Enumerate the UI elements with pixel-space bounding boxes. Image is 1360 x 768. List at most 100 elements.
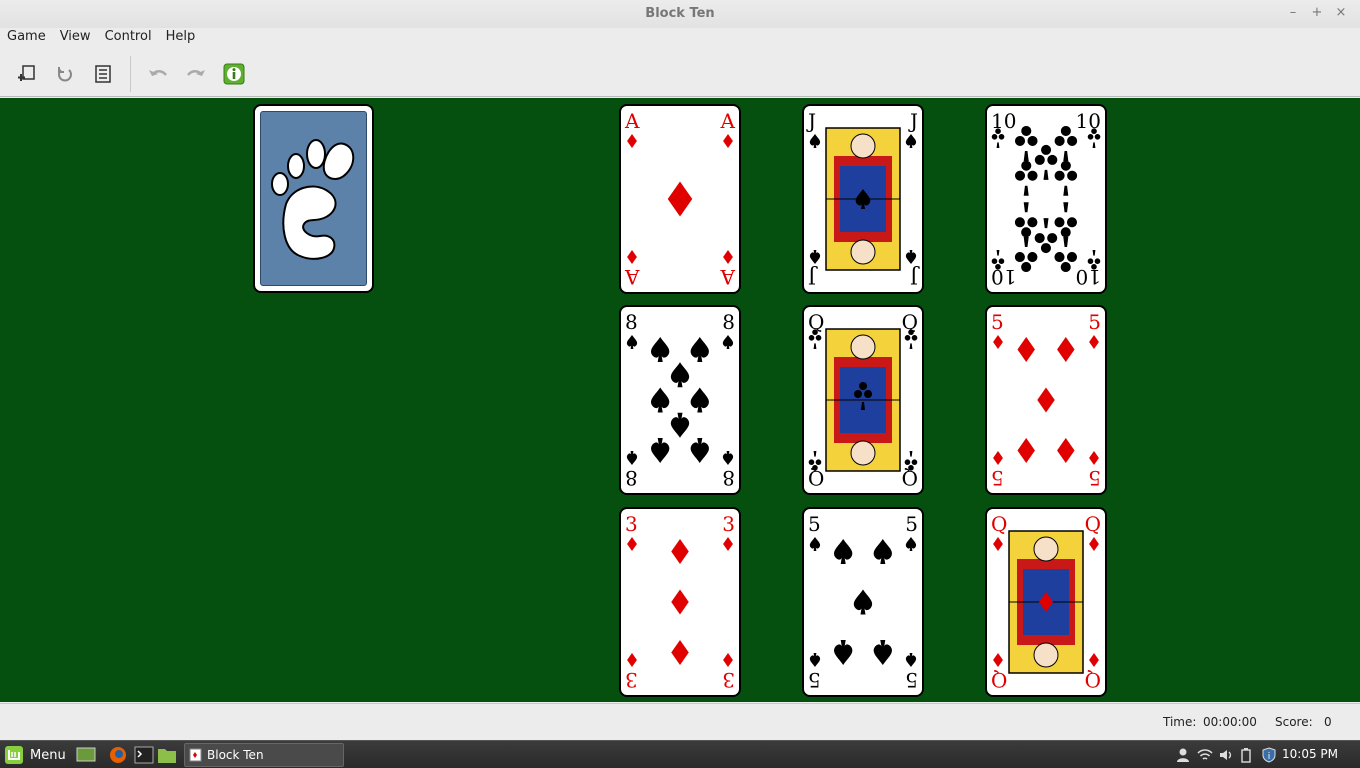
cards-app-icon: [189, 748, 202, 762]
card-rank-label: 8: [625, 310, 638, 334]
card-5-spade[interactable]: 5 5 5 5: [802, 507, 924, 697]
card-suit-pip: [670, 412, 690, 438]
card-suit-pip: [993, 653, 1003, 667]
card-10-club[interactable]: 10 10 10 10: [985, 104, 1107, 294]
card-5-diamond[interactable]: 5 5 5 5: [985, 305, 1107, 495]
title-bar[interactable]: Block Ten – + ×: [0, 0, 1360, 28]
wifi-icon[interactable]: [1197, 747, 1213, 763]
card-rank-label: A: [720, 265, 736, 289]
card-rank-label: 10: [1076, 265, 1101, 289]
battery-icon[interactable]: [1240, 747, 1252, 763]
card-suit-pip: [853, 589, 873, 615]
card-Q-diamond[interactable]: Q Q Q Q: [985, 507, 1107, 697]
card-suit-pip: [905, 134, 917, 148]
minimize-button[interactable]: –: [1284, 4, 1302, 22]
clock[interactable]: 10:05 PM: [1282, 747, 1338, 761]
time-value: 00:00:00: [1203, 715, 1257, 729]
card-suit-pip: [651, 387, 670, 413]
taskbar-window-block-ten[interactable]: Block Ten: [184, 743, 344, 767]
card-suit-pip: [651, 438, 670, 464]
menu-game[interactable]: Game: [0, 28, 53, 48]
card-suit-pip: [627, 134, 637, 148]
card-suit-pip: [1017, 336, 1035, 362]
card-suit-pip: [1037, 387, 1055, 413]
card-8-spade[interactable]: 8 8 8 8: [619, 305, 741, 495]
card-suit-pip: [723, 250, 733, 264]
card-back: [260, 111, 367, 286]
card-suit-pip: [1089, 653, 1099, 667]
card-3-diamond[interactable]: 3 3 3 3: [619, 507, 741, 697]
card-suit-pip: [723, 134, 733, 148]
restart-icon: [58, 67, 72, 82]
card-suit-pip: [809, 250, 821, 264]
card-face: J J J J: [806, 109, 920, 289]
taskbar: Menu Block Ten i 10:05 PM: [0, 740, 1360, 768]
start-menu-button[interactable]: Menu: [4, 745, 66, 765]
card-rank-label: 3: [722, 668, 735, 692]
card-Q-club[interactable]: QQQQ: [802, 305, 924, 495]
menu-control[interactable]: Control: [98, 28, 159, 48]
card-rank-label: 5: [905, 512, 918, 536]
card-suit-pip: [1054, 160, 1078, 196]
card-suit-pip: [1054, 237, 1077, 273]
card-suit-pip: [1034, 144, 1058, 180]
menu-help[interactable]: Help: [159, 28, 203, 48]
start-menu-label: Menu: [30, 747, 66, 763]
card-suit-pip: [993, 451, 1003, 465]
update-shield-icon[interactable]: i: [1261, 747, 1277, 763]
card-A-diamond[interactable]: A A A A: [619, 104, 741, 294]
firefox-icon[interactable]: [108, 746, 128, 764]
status-bar: Time: 00:00:00 Score: 0: [0, 703, 1360, 740]
card-suit-pip: [651, 336, 670, 362]
card-suit-pip: [723, 537, 733, 551]
card-rank-label: 3: [625, 512, 638, 536]
statistics-icon: [95, 65, 111, 83]
card-suit-pip: [873, 538, 892, 564]
card-suit-pip: [627, 537, 637, 551]
card-suit-pip: [1089, 537, 1099, 551]
card-suit-pip: [905, 653, 917, 667]
hint-button[interactable]: [219, 59, 249, 89]
files-icon[interactable]: [157, 746, 177, 764]
svg-text:i: i: [1268, 752, 1271, 762]
card-suit-pip: [722, 451, 734, 465]
card-rank-label: 8: [625, 466, 638, 490]
maximize-button[interactable]: +: [1308, 4, 1326, 22]
score-value: 0: [1324, 715, 1332, 729]
restart-button[interactable]: [50, 59, 80, 89]
mint-logo-icon: [5, 746, 23, 764]
new-game-button[interactable]: [12, 59, 42, 89]
card-rank-label: A: [720, 109, 736, 133]
stock-pile[interactable]: [253, 104, 374, 293]
statistics-button[interactable]: [88, 59, 118, 89]
card-rank-label: J: [910, 265, 920, 289]
card-suit-pip: [670, 362, 690, 388]
card-suit-pip: [671, 538, 689, 564]
show-desktop-icon[interactable]: [76, 746, 96, 764]
card-suit-pip: [1054, 202, 1077, 238]
card-suit-pip: [809, 537, 821, 551]
user-icon[interactable]: [1176, 747, 1190, 763]
taskbar-window-label: Block Ten: [207, 748, 264, 762]
card-suit-pip: [1015, 160, 1038, 196]
redo-button[interactable]: [181, 59, 211, 89]
time-label: Time:: [1163, 715, 1197, 729]
card-rank-label: A: [624, 265, 640, 289]
card-rank-label: 5: [991, 310, 1004, 334]
card-J-spade[interactable]: J J J J: [802, 104, 924, 294]
terminal-icon[interactable]: [134, 746, 154, 764]
volume-icon[interactable]: [1218, 747, 1234, 763]
window-title: Block Ten: [645, 6, 715, 21]
card-suit-pip: [1089, 335, 1099, 349]
card-suit-pip: [1057, 336, 1075, 362]
card-rank-label: Q: [991, 668, 1007, 692]
card-suit-pip: [1017, 438, 1035, 464]
undo-button[interactable]: [143, 59, 173, 89]
card-suit-pip: [626, 451, 638, 465]
close-button[interactable]: ×: [1332, 4, 1350, 22]
card-suit-pip: [1057, 438, 1075, 464]
card-face: A A A A: [624, 109, 736, 289]
menu-view[interactable]: View: [53, 28, 98, 48]
card-rank-label: J: [808, 265, 818, 289]
undo-icon: [149, 70, 167, 76]
